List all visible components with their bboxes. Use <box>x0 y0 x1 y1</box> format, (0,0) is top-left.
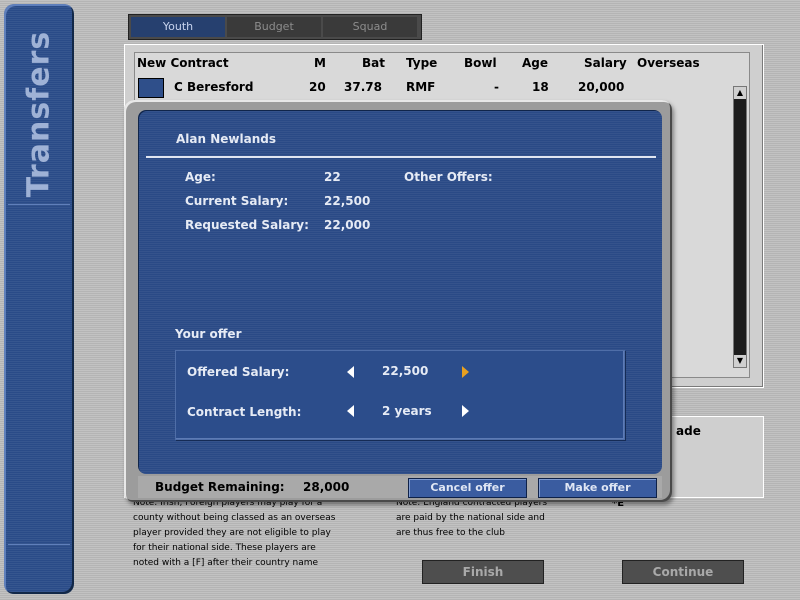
budget-remaining-value: 28,000 <box>303 480 350 494</box>
age-value: 22 <box>324 170 341 184</box>
row-age: 18 <box>532 80 549 94</box>
column-header-salary[interactable]: Salary <box>584 56 627 70</box>
row-bat: 37.78 <box>344 80 382 94</box>
sidebar-divider <box>8 544 70 545</box>
sidebar: Transfers <box>4 4 74 594</box>
row-salary: 20,000 <box>578 80 625 94</box>
salary-increase-arrow-icon[interactable] <box>462 366 469 378</box>
length-increase-arrow-icon[interactable] <box>462 405 469 417</box>
player-flag-icon <box>138 78 164 98</box>
column-header-type[interactable]: Type <box>406 56 437 70</box>
offered-salary-label: Offered Salary: <box>187 365 290 379</box>
offered-salary-value: 22,500 <box>382 364 429 378</box>
scroll-down-arrow-icon[interactable]: ▼ <box>734 355 746 367</box>
tab-youth[interactable]: Youth <box>131 17 225 37</box>
finish-button[interactable]: Finish <box>422 560 544 584</box>
england-note: Note: England contracted players are pai… <box>396 498 548 538</box>
player-name: Alan Newlands <box>176 132 276 146</box>
column-header-m[interactable]: M <box>314 56 326 70</box>
row-matches: 20 <box>309 80 326 94</box>
other-offers-label: Other Offers: <box>404 170 493 184</box>
tab-budget[interactable]: Budget <box>227 17 321 37</box>
tab-bar: Youth Budget Squad <box>128 14 422 40</box>
column-header-new-contract[interactable]: New Contract <box>137 56 229 70</box>
column-header-bowl[interactable]: Bowl <box>464 56 497 70</box>
overseas-note: Note: Irish, Foreign players may play fo… <box>133 498 336 568</box>
requested-salary-label: Requested Salary: <box>185 218 309 232</box>
requested-salary-value: 22,000 <box>324 218 371 232</box>
dialog-divider <box>146 156 656 158</box>
sidebar-divider <box>8 204 70 205</box>
sidebar-title: Transfers <box>21 30 57 198</box>
row-type: RMF <box>406 80 436 94</box>
continue-button[interactable]: Continue <box>622 560 744 584</box>
row-player-name[interactable]: C Beresford <box>174 80 253 94</box>
budget-remaining-label: Budget Remaining: <box>155 480 285 494</box>
length-decrease-arrow-icon[interactable] <box>347 405 354 417</box>
column-header-age[interactable]: Age <box>522 56 548 70</box>
list-scrollbar[interactable]: ▲ ▼ <box>733 86 747 368</box>
cancel-offer-button[interactable]: Cancel offer <box>408 478 527 498</box>
make-offer-button[interactable]: Make offer <box>538 478 657 498</box>
tab-squad[interactable]: Squad <box>323 17 417 37</box>
column-header-bat[interactable]: Bat <box>362 56 385 70</box>
trade-label: ade <box>676 424 701 438</box>
current-salary-value: 22,500 <box>324 194 371 208</box>
row-bowl: - <box>494 80 499 94</box>
age-label: Age: <box>185 170 216 184</box>
scroll-up-arrow-icon[interactable]: ▲ <box>734 87 746 99</box>
your-offer-heading: Your offer <box>175 327 242 341</box>
column-header-overseas[interactable]: Overseas <box>637 56 700 70</box>
contract-length-value: 2 years <box>382 404 432 418</box>
contract-length-label: Contract Length: <box>187 405 302 419</box>
current-salary-label: Current Salary: <box>185 194 289 208</box>
salary-decrease-arrow-icon[interactable] <box>347 366 354 378</box>
